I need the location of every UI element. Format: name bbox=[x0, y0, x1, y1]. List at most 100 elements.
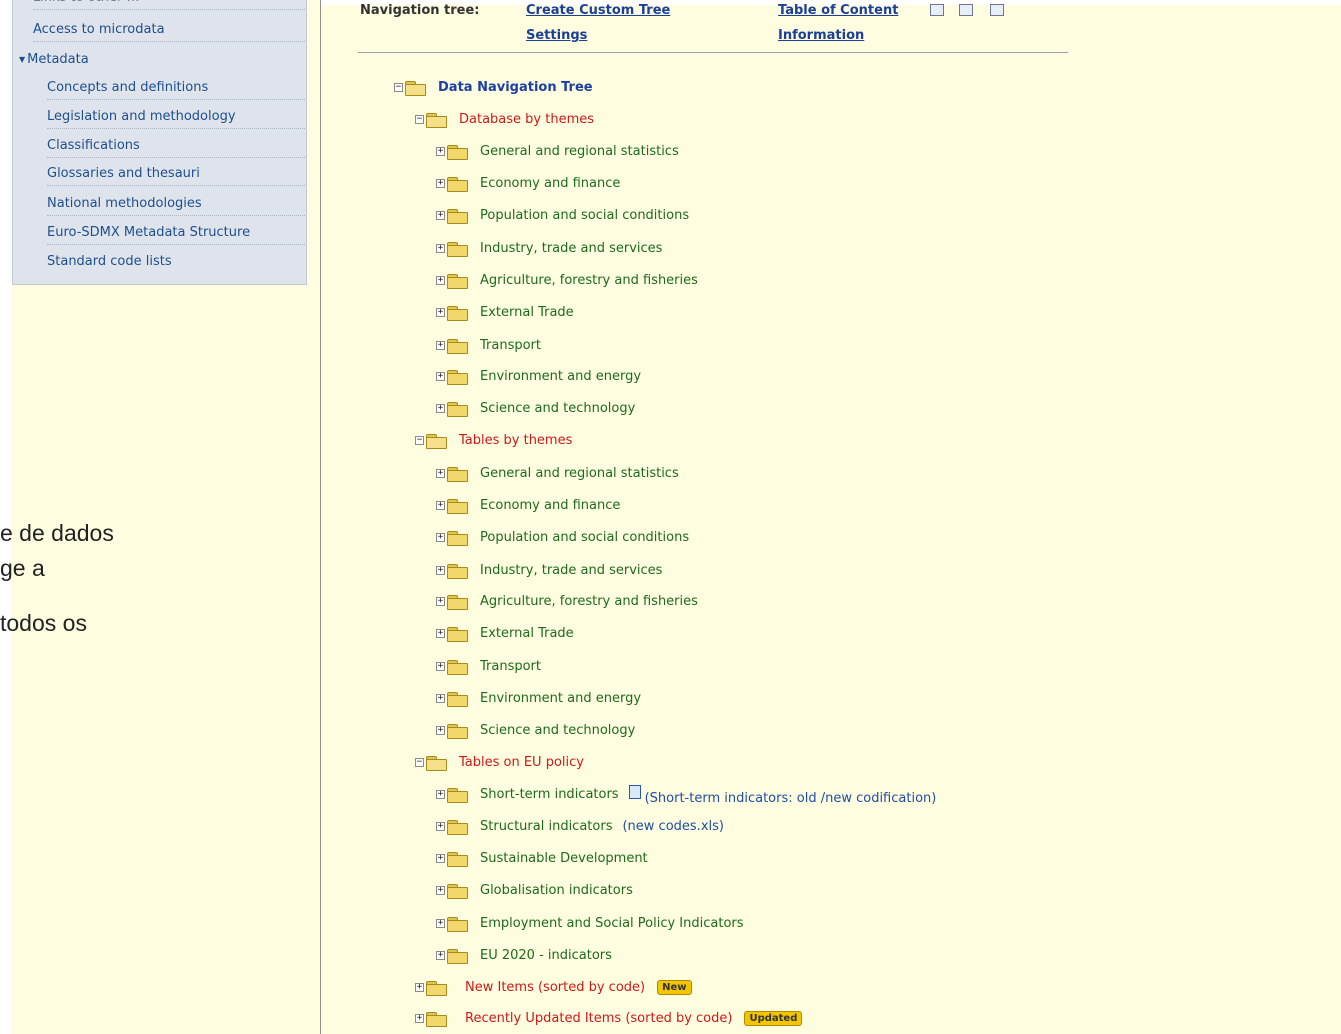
collapse-icon[interactable]: − bbox=[415, 436, 424, 445]
tree-node-database-by-themes[interactable]: − Database by themes bbox=[415, 109, 594, 131]
tree-leaf[interactable]: + Sustainable Development bbox=[436, 848, 648, 870]
collapse-icon[interactable]: − bbox=[394, 83, 403, 92]
tree-leaf[interactable]: + Transport bbox=[436, 656, 541, 678]
sidebar-metadata-heading[interactable]: ▼ Metadata bbox=[19, 50, 89, 70]
tree-leaf[interactable]: + Population and social conditions bbox=[436, 205, 689, 227]
folder-icon bbox=[447, 819, 468, 835]
tree-leaf[interactable]: + EU 2020 - indicators bbox=[436, 945, 612, 967]
expand-icon[interactable]: + bbox=[436, 854, 445, 863]
tree-leaf-label: Population and social conditions bbox=[480, 208, 690, 223]
tree-node-tables-by-themes[interactable]: − Tables by themes bbox=[415, 430, 572, 452]
tree-leaf-label: Transport bbox=[480, 338, 542, 353]
tree-leaf[interactable]: + Population and social conditions bbox=[436, 527, 689, 549]
tree-leaf[interactable]: + Transport bbox=[436, 335, 541, 357]
expand-icon[interactable]: + bbox=[436, 276, 445, 285]
panel-divider bbox=[320, 0, 321, 1034]
expand-icon[interactable]: + bbox=[436, 372, 445, 381]
expand-icon[interactable]: + bbox=[436, 629, 445, 638]
tree-leaf[interactable]: + Economy and finance bbox=[436, 495, 620, 517]
sidebar-item-legislation[interactable]: Legislation and methodology bbox=[47, 107, 305, 129]
chart-icon[interactable] bbox=[930, 4, 944, 16]
expand-icon[interactable]: + bbox=[436, 244, 445, 253]
folder-icon bbox=[447, 594, 468, 610]
sidebar-item-classifications[interactable]: Classifications bbox=[47, 136, 305, 158]
tree-leaf[interactable]: + Agriculture, forestry and fisheries bbox=[436, 591, 698, 613]
sidebar-item-glossaries[interactable]: Glossaries and thesauri bbox=[47, 164, 305, 186]
tree-leaf-label: External Trade bbox=[480, 305, 574, 320]
tree-leaf[interactable]: + External Trade bbox=[436, 302, 574, 324]
tree-leaf[interactable]: + Environment and energy bbox=[436, 688, 641, 710]
create-custom-tree-link[interactable]: Create Custom Tree bbox=[526, 3, 670, 18]
collapse-icon[interactable]: − bbox=[415, 758, 424, 767]
table-of-content-link[interactable]: Table of Content bbox=[778, 3, 898, 18]
settings-link[interactable]: Settings bbox=[526, 28, 587, 43]
expand-icon[interactable]: + bbox=[436, 147, 445, 156]
expand-icon[interactable]: + bbox=[436, 694, 445, 703]
expand-icon[interactable]: + bbox=[436, 533, 445, 542]
expand-triangle-icon: ▼ bbox=[19, 55, 26, 64]
tree-leaf[interactable]: + General and regional statistics bbox=[436, 463, 679, 485]
updated-badge: Updated bbox=[744, 1011, 803, 1026]
expand-icon[interactable]: + bbox=[436, 341, 445, 350]
expand-icon[interactable]: + bbox=[436, 662, 445, 671]
export-icon[interactable] bbox=[990, 4, 1004, 16]
expand-icon[interactable]: + bbox=[436, 790, 445, 799]
expand-icon[interactable]: + bbox=[436, 886, 445, 895]
tree-leaf[interactable]: + Science and technology bbox=[436, 720, 635, 742]
tree-leaf-label: Transport bbox=[480, 659, 542, 674]
tree-leaf[interactable]: + External Trade bbox=[436, 623, 574, 645]
tree-leaf-label: Employment and Social Policy Indicators bbox=[480, 916, 744, 931]
expand-icon[interactable]: + bbox=[436, 179, 445, 188]
tree-leaf-short-term[interactable]: + Short-term indicators (Short-term indica… bbox=[436, 784, 936, 806]
sidebar-item-links[interactable]: Links to other … bbox=[33, 0, 305, 10]
expand-icon[interactable]: + bbox=[436, 726, 445, 735]
expand-icon[interactable]: + bbox=[436, 566, 445, 575]
folder-icon bbox=[447, 208, 468, 224]
tree-leaf-structural[interactable]: + Structural indicators (new codes.xls) bbox=[436, 816, 724, 838]
expand-icon[interactable]: + bbox=[436, 308, 445, 317]
tree-node-label: Recently Updated Items (sorted by code) bbox=[465, 1011, 733, 1026]
tree-node-label: Database by themes bbox=[459, 112, 595, 127]
sidebar-item-access-microdata[interactable]: Access to microdata bbox=[33, 20, 305, 42]
tree-node-tables-on-eu-policy[interactable]: − Tables on EU policy bbox=[415, 752, 584, 774]
expand-icon[interactable]: + bbox=[415, 983, 424, 992]
tree-leaf[interactable]: + Industry, trade and services bbox=[436, 238, 662, 260]
expand-icon[interactable]: + bbox=[436, 919, 445, 928]
tree-node-label: Tables on EU policy bbox=[459, 755, 584, 770]
expand-icon[interactable]: + bbox=[436, 469, 445, 478]
sidebar-item-standard-code-lists[interactable]: Standard code lists bbox=[47, 252, 305, 274]
tree-node-new-items[interactable]: + New Items (sorted by code) New bbox=[415, 977, 692, 999]
sidebar-item-concepts[interactable]: Concepts and definitions bbox=[47, 78, 305, 100]
expand-icon[interactable]: + bbox=[436, 501, 445, 510]
tree-leaf[interactable]: + Environment and energy bbox=[436, 366, 641, 388]
tree-leaf[interactable]: + Globalisation indicators bbox=[436, 880, 633, 902]
tree-leaf[interactable]: + Economy and finance bbox=[436, 173, 620, 195]
expand-icon[interactable]: + bbox=[415, 1014, 424, 1023]
short-term-codification-link[interactable]: (Short-term indicators: old /new codific… bbox=[645, 791, 937, 806]
information-link[interactable]: Information bbox=[778, 28, 864, 43]
tree-leaf[interactable]: + Industry, trade and services bbox=[436, 560, 662, 582]
tree-leaf[interactable]: + Science and technology bbox=[436, 398, 635, 420]
new-codes-link[interactable]: (new codes.xls) bbox=[622, 819, 723, 834]
sidebar-item-national-methodologies[interactable]: National methodologies bbox=[47, 194, 305, 216]
expand-icon[interactable]: + bbox=[436, 211, 445, 220]
expand-icon[interactable]: + bbox=[436, 822, 445, 831]
navigation-tree-label: Navigation tree: bbox=[360, 3, 480, 18]
folder-icon bbox=[447, 241, 468, 257]
tree-leaf[interactable]: + Agriculture, forestry and fisheries bbox=[436, 270, 698, 292]
document-icon[interactable] bbox=[628, 784, 641, 799]
tree-node-recently-updated[interactable]: + Recently Updated Items (sorted by code)… bbox=[415, 1008, 803, 1030]
sidebar-menu: Links to other … Access to microdata ▼Me… bbox=[12, 0, 307, 285]
expand-icon[interactable]: + bbox=[436, 951, 445, 960]
table-icon[interactable] bbox=[959, 4, 973, 16]
sidebar-item-euro-sdmx[interactable]: Euro-SDMX Metadata Structure bbox=[47, 223, 305, 245]
tree-leaf[interactable]: + General and regional statistics bbox=[436, 141, 679, 163]
tree-leaf-label: Structural indicators bbox=[480, 819, 613, 834]
folder-icon bbox=[447, 498, 468, 514]
expand-icon[interactable]: + bbox=[436, 404, 445, 413]
expand-icon[interactable]: + bbox=[436, 597, 445, 606]
tree-root[interactable]: − Data Navigation Tree bbox=[394, 77, 593, 99]
folder-icon bbox=[447, 563, 468, 579]
collapse-icon[interactable]: − bbox=[415, 115, 424, 124]
tree-leaf[interactable]: + Employment and Social Policy Indicators bbox=[436, 913, 744, 935]
